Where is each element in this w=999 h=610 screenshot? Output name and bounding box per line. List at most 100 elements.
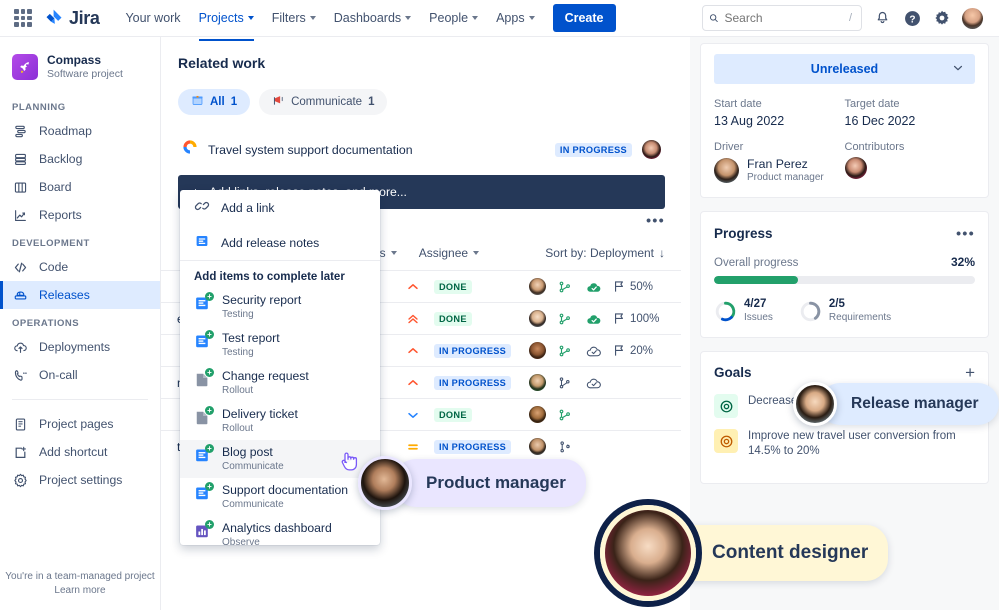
sidebar-item-backlog[interactable]: Backlog <box>0 145 160 173</box>
page-title: Related work <box>178 55 266 71</box>
dropdown-item-change-request[interactable]: + Change request Rollout <box>180 364 380 402</box>
avatar[interactable] <box>600 505 696 601</box>
nav-label: Filters <box>271 11 306 25</box>
sidebar-item-project-settings[interactable]: Project settings <box>0 466 160 494</box>
goals-card-header: Goals + <box>714 364 975 381</box>
sidebar-label: On-call <box>39 368 78 382</box>
sidebar-item-reports[interactable]: Reports <box>0 201 160 229</box>
board-icon <box>12 179 28 195</box>
dropdown-add-release-notes[interactable]: Add release notes <box>180 225 380 260</box>
notifications-bell-icon[interactable] <box>872 8 892 28</box>
avatar[interactable] <box>642 140 661 159</box>
dropdown-item-analytics-dashboard[interactable]: + Analytics dashboard Observe <box>180 516 380 545</box>
progress-more-options-button[interactable]: ••• <box>956 225 975 241</box>
sidebar-item-on-call[interactable]: On-call <box>0 361 160 389</box>
dropdown-item-label: Blog post <box>222 445 273 459</box>
apps-grid-icon[interactable] <box>14 9 32 27</box>
pages-icon <box>12 416 28 432</box>
chevron-down-icon <box>309 16 316 20</box>
release-dates: Start date 13 Aug 2022 Target date 16 De… <box>714 98 975 184</box>
related-work-item[interactable]: Travel system support documentation IN P… <box>178 133 665 166</box>
goal-item[interactable]: Improve new travel user conversion from … <box>714 429 975 459</box>
sidebar-item-deployments[interactable]: Deployments <box>0 333 160 361</box>
sidebar-item-board[interactable]: Board <box>0 173 160 201</box>
dropdown-item-category: Testing <box>222 347 254 358</box>
sidebar-item-add-shortcut[interactable]: Add shortcut <box>0 438 160 466</box>
search-input[interactable] <box>724 11 840 25</box>
content-designer-badge[interactable]: Content designer <box>600 505 889 601</box>
related-work-title: Travel system support documentation <box>208 142 413 157</box>
status-badge: IN PROGRESS <box>554 142 632 157</box>
sidebar-item-roadmap[interactable]: Roadmap <box>0 117 160 145</box>
release-notes-icon <box>194 233 210 252</box>
add-goal-button[interactable]: + <box>965 364 975 381</box>
dropdown-item-category: Testing <box>222 309 254 320</box>
donut-requirements-icon <box>800 301 821 321</box>
nav-item-projects[interactable]: Projects <box>191 5 262 41</box>
dropdown-item-label: Change request <box>222 369 309 383</box>
search-shortcut-hint: / <box>848 12 852 24</box>
goal-text: Improve new travel user conversion from … <box>748 430 956 457</box>
avatar[interactable] <box>714 158 739 183</box>
avatar[interactable] <box>358 456 412 510</box>
learn-more-link[interactable]: Learn more <box>0 585 160 596</box>
start-date-group: Start date 13 Aug 2022 <box>714 98 845 128</box>
add-badge-icon: + <box>205 330 214 339</box>
confluence-icon <box>182 139 198 160</box>
avatar[interactable] <box>844 157 867 179</box>
chip-communicate[interactable]: Communicate 1 <box>259 89 388 115</box>
progress-stats: 4/27 Issues 2/5 Requirements <box>714 298 975 324</box>
sidebar-item-project-pages[interactable]: Project pages <box>0 410 160 438</box>
driver-person[interactable]: Fran Perez Product manager <box>714 157 845 184</box>
chevron-down-icon <box>405 16 412 20</box>
driver-label: Driver <box>714 141 744 153</box>
start-date-value: 13 Aug 2022 <box>714 114 785 128</box>
chip-all[interactable]: All 1 <box>178 89 251 115</box>
add-badge-icon: + <box>205 292 214 301</box>
dropdown-item-delivery-ticket[interactable]: + Delivery ticket Rollout <box>180 402 380 440</box>
create-button[interactable]: Create <box>552 4 616 32</box>
top-nav-right-group: / ? <box>702 5 989 31</box>
chevron-down-icon <box>952 62 964 77</box>
product-manager-badge[interactable]: Product manager <box>358 456 586 510</box>
megaphone-icon <box>272 94 285 110</box>
sidebar-item-releases[interactable]: Releases <box>0 281 160 309</box>
dropdown-item-support-documentation[interactable]: + Support documentation Communicate <box>180 478 380 516</box>
nav-label: Projects <box>198 11 244 25</box>
project-name: Compass <box>47 53 102 67</box>
avatar[interactable] <box>793 382 837 426</box>
project-header[interactable]: Compass Software project <box>0 47 160 93</box>
sidebar-section-planning: PLANNING <box>12 102 66 113</box>
product-manager-label: Product manager <box>394 459 586 507</box>
target-date-group: Target date 16 Dec 2022 <box>845 98 976 128</box>
dropdown-item-test-report[interactable]: + Test report Testing <box>180 326 380 364</box>
settings-gear-icon[interactable] <box>932 8 952 28</box>
nav-item-your-work[interactable]: Your work <box>117 5 188 31</box>
release-status-select[interactable]: Unreleased <box>714 54 975 84</box>
search-box[interactable]: / <box>702 5 862 31</box>
dropdown-add-a-link[interactable]: Add a link <box>180 190 380 225</box>
page-icon: + <box>194 368 214 388</box>
target-date-value: 16 Dec 2022 <box>844 114 916 128</box>
profile-avatar[interactable] <box>962 7 983 29</box>
jira-logo[interactable]: Jira <box>44 8 100 29</box>
dropdown-section-heading: Add items to complete later <box>194 271 345 283</box>
add-item-dropdown-menu: Add a link Add release notes Add items t… <box>180 190 380 545</box>
sidebar-label: Deployments <box>39 340 111 354</box>
overall-progress-label: Overall progress <box>714 257 799 269</box>
help-icon[interactable]: ? <box>902 8 922 28</box>
sidebar-section-development: DEVELOPMENT <box>12 238 90 249</box>
nav-item-filters[interactable]: Filters <box>264 5 324 31</box>
nav-item-dashboards[interactable]: Dashboards <box>326 5 419 31</box>
stat-value: 4/27 <box>744 298 767 310</box>
chip-label: All <box>210 96 225 108</box>
nav-item-people[interactable]: People <box>421 5 486 31</box>
release-manager-badge[interactable]: Release manager <box>793 382 999 426</box>
chip-count: 1 <box>230 96 238 108</box>
stat-label: Requirements <box>828 312 892 323</box>
dropdown-item-security-report[interactable]: + Security report Testing <box>180 288 380 326</box>
driver-name: Fran Perez <box>747 157 808 171</box>
sidebar-item-code[interactable]: Code <box>0 253 160 281</box>
nav-item-apps[interactable]: Apps <box>488 5 543 31</box>
sidebar-divider <box>12 399 148 400</box>
